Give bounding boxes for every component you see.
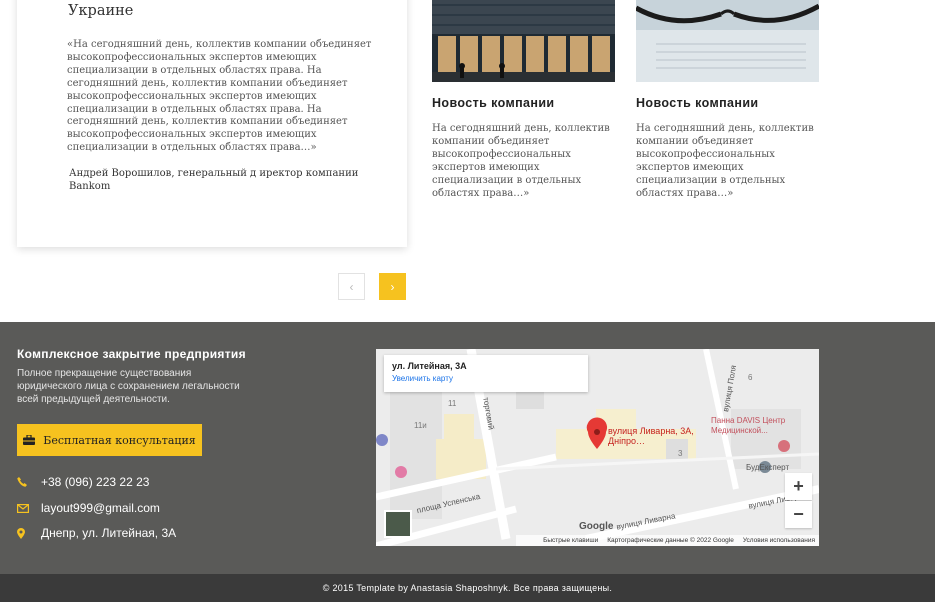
contact-phone-text[interactable]: +38 (096) 223 22 23 bbox=[41, 475, 149, 489]
map-building-number: 6 bbox=[748, 373, 753, 382]
news-card[interactable]: Новость компании На сегодняшний день, ко… bbox=[432, 0, 616, 200]
footer: Комплексное закрытие предприятия Полное … bbox=[0, 322, 935, 574]
news-title[interactable]: Новость компании bbox=[636, 96, 820, 111]
footer-description: Полное прекращение существования юридиче… bbox=[17, 368, 240, 405]
testimonial-card: Банкротство и ликвидация предприятия в У… bbox=[17, 0, 407, 247]
map-data-credit: Картографические данные © 2022 Google bbox=[607, 537, 734, 544]
copyright-text: © 2015 Template by Anastasia Shaposhnyk.… bbox=[322, 583, 613, 593]
google-map[interactable]: ул. Литейная, 3А Увеличить карту вулиця … bbox=[376, 349, 819, 546]
google-logo: Google bbox=[579, 521, 614, 532]
news-image[interactable] bbox=[636, 0, 819, 82]
contact-address-text: Днепр, ул. Литейная, 3А bbox=[41, 526, 177, 540]
map-zoom-in-button[interactable]: + bbox=[785, 473, 812, 500]
briefcase-icon bbox=[23, 435, 36, 445]
office-building-photo-icon bbox=[432, 0, 615, 82]
news-card[interactable]: Новость компании На сегодняшний день, ко… bbox=[636, 0, 820, 200]
testimonial-author: Андрей Ворошилов, генеральный д иректор … bbox=[69, 168, 359, 192]
news-title[interactable]: Новость компании bbox=[432, 96, 616, 111]
contact-email[interactable]: layout999@gmail.com bbox=[17, 501, 160, 515]
pagination-prev-button[interactable]: ‹ bbox=[338, 273, 365, 300]
map-keyboard-shortcuts[interactable]: Быстрые клавиши bbox=[543, 537, 598, 544]
content-section: Банкротство и ликвидация предприятия в У… bbox=[0, 0, 935, 322]
contact-email-text[interactable]: layout999@gmail.com bbox=[41, 501, 160, 515]
testimonial-title: Банкротство и ликвидация предприятия в У… bbox=[68, 0, 394, 19]
free-consultation-label: Бесплатная консультация bbox=[43, 433, 196, 447]
map-building-number: 11и bbox=[414, 421, 427, 430]
pagination-next-button[interactable]: › bbox=[379, 273, 406, 300]
map-attribution: Быстрые клавиши Картографические данные … bbox=[516, 535, 819, 546]
map-poi-medical: Панна DAVIS Центр Медицинской... bbox=[711, 416, 786, 435]
pagination: ‹ › bbox=[338, 273, 406, 300]
footer-title: Комплексное закрытие предприятия bbox=[17, 347, 246, 361]
map-building-number: 11 bbox=[448, 399, 457, 408]
map-zoom-out-button[interactable]: − bbox=[785, 501, 812, 528]
news-image[interactable] bbox=[432, 0, 615, 82]
map-terms-link[interactable]: Условия использования bbox=[743, 537, 815, 544]
free-consultation-button[interactable]: Бесплатная консультация bbox=[17, 424, 202, 456]
glasses-on-paper-photo-icon bbox=[636, 0, 819, 82]
map-pin-icon bbox=[17, 527, 41, 539]
map-card-address: ул. Литейная, 3А bbox=[392, 361, 467, 371]
envelope-icon bbox=[17, 503, 41, 513]
news-text: На сегодняшний день, коллектив компании … bbox=[432, 123, 610, 199]
map-info-card: ул. Литейная, 3А Увеличить карту bbox=[384, 355, 588, 392]
map-building-number: 3 bbox=[678, 449, 683, 458]
testimonial-quote: «На сегодняшний день, коллектив компании… bbox=[67, 39, 372, 154]
map-pin-label: вулиця Ливарна, 3А, Дніпро… bbox=[608, 426, 694, 446]
contact-address: Днепр, ул. Литейная, 3А bbox=[17, 526, 176, 540]
map-poi-budexpert: БудЕксперт bbox=[746, 463, 790, 472]
contact-phone[interactable]: +38 (096) 223 22 23 bbox=[17, 475, 149, 489]
copyright-bar: © 2015 Template by Anastasia Shaposhnyk.… bbox=[0, 574, 935, 602]
map-enlarge-link[interactable]: Увеличить карту bbox=[392, 374, 580, 383]
phone-icon bbox=[17, 477, 41, 487]
news-text: На сегодняшний день, коллектив компании … bbox=[636, 123, 814, 199]
